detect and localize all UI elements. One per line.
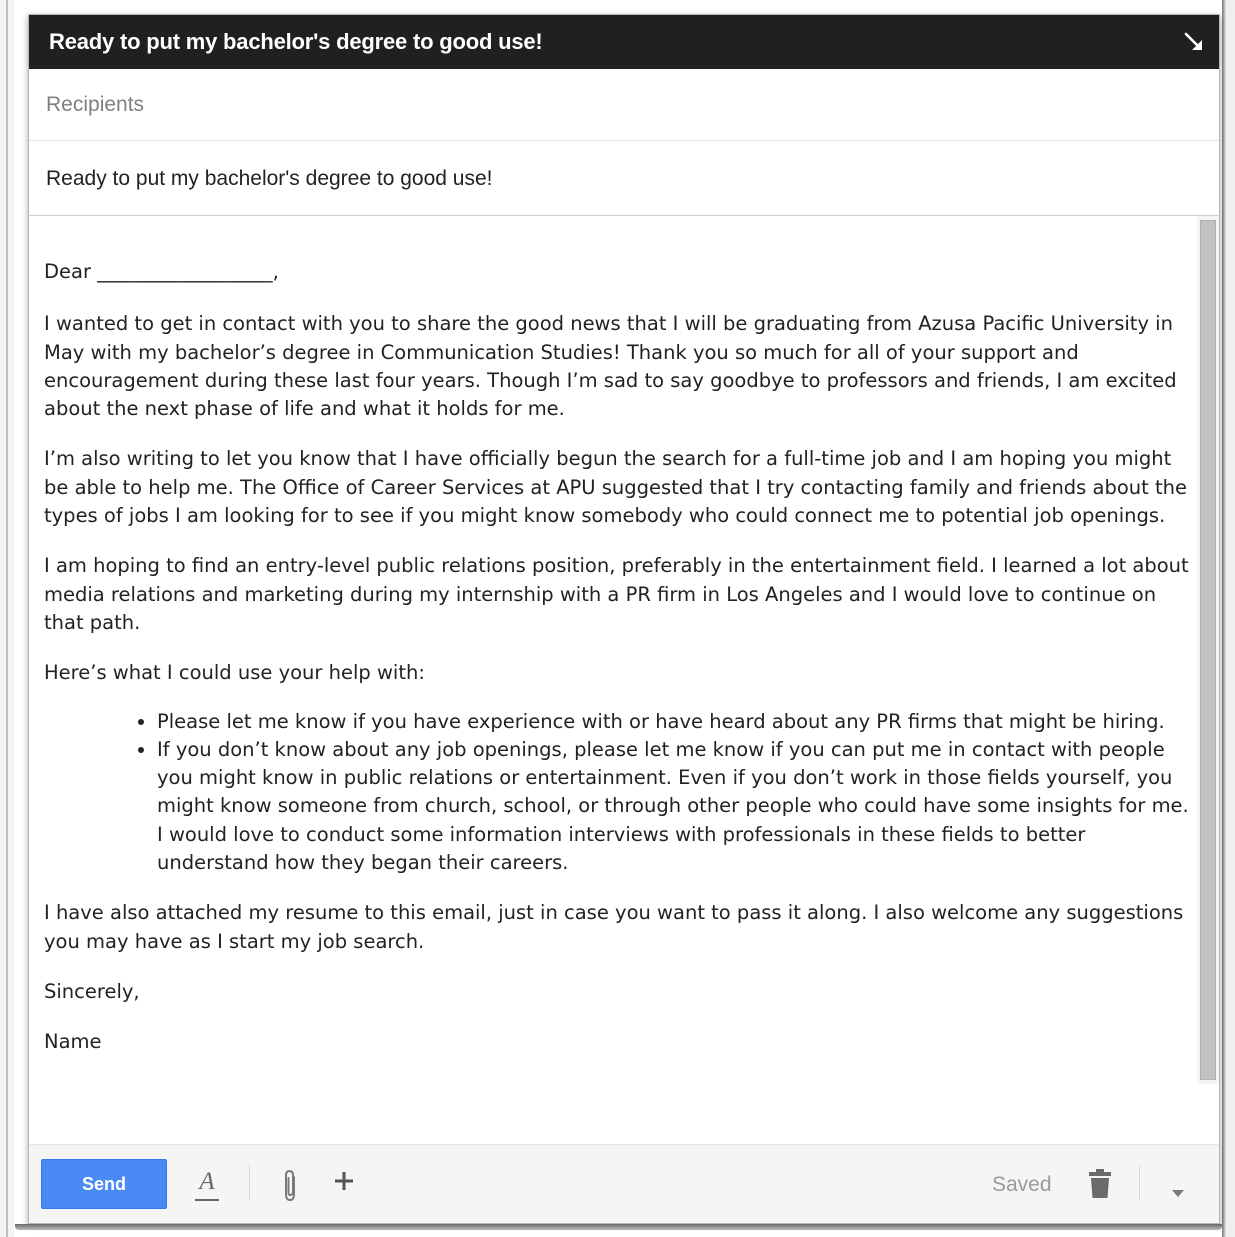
chevron-down-icon[interactable]: [1172, 1183, 1184, 1197]
toolbar-divider: [1139, 1165, 1140, 1201]
scrollbar-thumb[interactable]: [1200, 220, 1216, 1080]
help-list: Please let me know if you have experienc…: [44, 708, 1190, 878]
window-left-edge: [0, 0, 14, 1237]
window-bottom-edge: [15, 1224, 1222, 1230]
body-paragraph: I wanted to get in contact with you to s…: [44, 312, 1177, 421]
arrow-down-right-icon[interactable]: [1183, 31, 1205, 53]
save-status: Saved: [992, 1173, 1052, 1196]
compose-titlebar[interactable]: Ready to put my bachelor's degree to goo…: [29, 15, 1219, 69]
compose-title: Ready to put my bachelor's degree to goo…: [49, 29, 543, 54]
format-icon-glyph: A: [199, 1168, 215, 1195]
recipients-placeholder: Recipients: [46, 93, 145, 116]
closing-paragraph: I have also attached my resume to this e…: [44, 901, 1184, 953]
format-underline: [195, 1199, 219, 1201]
body-paragraph: Here’s what I could use your help with:: [44, 661, 425, 685]
signature: Name: [44, 1030, 102, 1054]
trash-icon[interactable]: [1089, 1169, 1111, 1198]
salutation: Dear __________________,: [44, 260, 279, 283]
body-paragraph: I am hoping to find an entry-level publi…: [44, 554, 1189, 634]
paperclip-icon[interactable]: [281, 1169, 299, 1203]
compose-toolbar: Send A Saved: [29, 1144, 1219, 1223]
plus-icon[interactable]: [330, 1167, 358, 1195]
body-paragraph: I’m also writing to let you know that I …: [44, 447, 1188, 528]
list-item: If you don’t know about any job openings…: [157, 736, 1190, 877]
signoff: Sincerely,: [44, 979, 140, 1003]
text-format-icon[interactable]: A: [195, 1168, 219, 1201]
toolbar-divider: [249, 1165, 250, 1201]
subject-field[interactable]: Ready to put my bachelor's degree to goo…: [29, 141, 1219, 216]
window-right-edge: [1222, 0, 1235, 1237]
compose-window: Ready to put my bachelor's degree to goo…: [28, 14, 1220, 1224]
subject-text: Ready to put my bachelor's degree to goo…: [46, 167, 493, 190]
message-body[interactable]: Dear __________________, I wanted to get…: [29, 216, 1197, 1144]
message-body-content: Dear __________________, I wanted to get…: [44, 258, 1190, 1079]
list-item: Please let me know if you have experienc…: [157, 708, 1190, 736]
send-button[interactable]: Send: [41, 1159, 167, 1209]
recipients-field[interactable]: Recipients: [29, 69, 1219, 141]
